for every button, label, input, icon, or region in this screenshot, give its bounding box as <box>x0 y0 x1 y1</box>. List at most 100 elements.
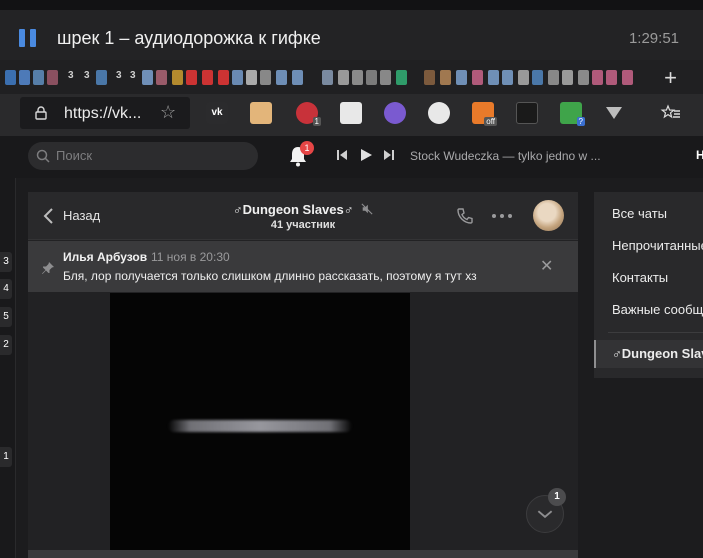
media-time: 1:29:51 <box>628 30 679 47</box>
gif-attachment[interactable] <box>110 293 410 558</box>
header-letter: Н <box>696 148 703 162</box>
sidebar-count-badge[interactable]: 4 <box>0 279 12 299</box>
active-chat-label: ♂Dungeon Slaves♂ <box>612 346 703 361</box>
tab-icon[interactable] <box>292 70 303 85</box>
address-bar-row: https://vk... ☆ vk 1 off ? <box>0 94 703 136</box>
tab-number[interactable]: 3 <box>84 70 90 81</box>
tab-icon[interactable] <box>186 70 197 85</box>
chat-filter-menu: Все чаты Непрочитанные Контакты Важные с… <box>594 192 703 378</box>
search-input[interactable]: Поиск <box>28 142 258 170</box>
box-extension-icon[interactable] <box>250 102 272 124</box>
unread-badge: 1 <box>548 488 566 506</box>
tab-icon[interactable] <box>96 70 107 85</box>
red-hand-extension-icon[interactable]: 1 <box>296 102 321 126</box>
orange-extension-icon[interactable]: off <box>472 102 497 126</box>
search-icon <box>36 149 50 163</box>
tab-icon[interactable] <box>472 70 483 85</box>
blurred-caption <box>168 420 352 432</box>
play-icon[interactable] <box>359 148 373 162</box>
tab-icon[interactable] <box>5 70 16 85</box>
bookmark-star-icon[interactable]: ☆ <box>160 102 176 123</box>
tab-icon[interactable] <box>578 70 589 85</box>
sidebar-count-badge[interactable]: 1 <box>0 447 12 467</box>
tab-icon[interactable] <box>47 70 58 85</box>
sidebar-count-badge[interactable]: 3 <box>0 252 12 272</box>
extension-badge: off <box>484 117 497 126</box>
lock-icon <box>35 106 47 120</box>
url-field[interactable]: https://vk... ☆ <box>20 97 190 129</box>
tab-icon[interactable] <box>548 70 559 85</box>
tab-icon[interactable] <box>424 70 435 85</box>
menu-item-active-chat[interactable]: ♂Dungeon Slaves♂ <box>594 340 703 368</box>
url-text: https://vk... <box>64 105 142 122</box>
previous-track-icon[interactable] <box>336 149 348 161</box>
tab-icon[interactable] <box>19 70 30 85</box>
pinned-message[interactable]: Илья Арбузов 11 ноя в 20:30 Бля, лор пол… <box>28 241 578 292</box>
tab-icon[interactable] <box>322 70 333 85</box>
media-bar: шрек 1 – аудиодорожка к гифке 1:29:51 <box>0 0 703 60</box>
tab-icon[interactable] <box>488 70 499 85</box>
chat-panel: Назад ♂Dungeon Slaves♂ 41 участник Илья <box>28 192 578 558</box>
tab-icon[interactable] <box>380 70 391 85</box>
menu-item-important[interactable]: Важные сообщения <box>612 302 703 317</box>
mute-icon <box>361 203 373 215</box>
chat-header: Назад ♂Dungeon Slaves♂ 41 участник <box>28 192 578 240</box>
v-extension-icon[interactable] <box>603 102 625 124</box>
phone-icon[interactable] <box>456 207 474 225</box>
tab-icon[interactable] <box>172 70 183 85</box>
tab-icon[interactable] <box>532 70 543 85</box>
tab-icon[interactable] <box>260 70 271 85</box>
dots-extension-icon[interactable] <box>428 102 450 124</box>
left-sidebar-strip: 3 4 5 2 1 <box>0 178 16 558</box>
tab-icon[interactable] <box>366 70 377 85</box>
new-tab-button[interactable]: + <box>664 65 677 91</box>
next-track-icon[interactable] <box>383 149 395 161</box>
download-extension-icon[interactable]: ? <box>560 102 585 126</box>
favorites-icon[interactable] <box>660 102 682 124</box>
notification-badge: 1 <box>300 141 314 155</box>
tab-icon[interactable] <box>232 70 243 85</box>
tab-icon[interactable] <box>592 70 603 85</box>
search-placeholder: Поиск <box>56 148 93 163</box>
browser-window: шрек 1 – аудиодорожка к гифке 1:29:51 3 … <box>0 0 703 558</box>
pin-icon <box>42 262 54 274</box>
tab-icon[interactable] <box>276 70 287 85</box>
tab-icon[interactable] <box>622 70 633 85</box>
menu-item-contacts[interactable]: Контакты <box>612 270 668 285</box>
tab-icon[interactable] <box>456 70 467 85</box>
current-track[interactable]: Stock Wudeczka — tylko jedno w ... <box>410 149 601 163</box>
tab-icon[interactable] <box>33 70 44 85</box>
sidebar-count-badge[interactable]: 2 <box>0 335 12 355</box>
tab-icon[interactable] <box>440 70 451 85</box>
notifications-button[interactable]: 1 <box>287 141 314 168</box>
message-input-area[interactable] <box>28 550 578 558</box>
tab-icon[interactable] <box>562 70 573 85</box>
chat-member-count[interactable]: 41 участник <box>28 219 578 231</box>
pause-icon[interactable] <box>19 29 37 47</box>
tab-icon[interactable] <box>396 70 407 85</box>
menu-item-unread[interactable]: Непрочитанные <box>612 238 703 253</box>
w-extension-icon[interactable] <box>384 102 406 124</box>
sidebar-count-badge[interactable]: 5 <box>0 307 12 327</box>
tab-icon[interactable] <box>156 70 167 85</box>
tab-icon[interactable] <box>338 70 349 85</box>
tab-icon[interactable] <box>246 70 257 85</box>
more-icon[interactable] <box>492 214 512 218</box>
vk-extension-icon[interactable]: vk <box>206 102 228 124</box>
tab-icon[interactable] <box>502 70 513 85</box>
tab-icon[interactable] <box>218 70 229 85</box>
pinned-author[interactable]: Илья Арбузов <box>63 250 147 264</box>
menu-item-all-chats[interactable]: Все чаты <box>612 206 667 221</box>
tab-icon[interactable] <box>606 70 617 85</box>
tab-icon[interactable] <box>352 70 363 85</box>
tab-icon[interactable] <box>202 70 213 85</box>
tab-icon[interactable] <box>142 70 153 85</box>
tab-number[interactable]: 3 <box>130 70 136 81</box>
dark-square-extension-icon[interactable] <box>516 102 538 124</box>
chat-avatar[interactable] <box>533 200 564 231</box>
tab-number[interactable]: 3 <box>68 70 74 81</box>
close-icon[interactable]: ✕ <box>540 256 553 276</box>
gamepad-extension-icon[interactable] <box>340 102 362 124</box>
tab-icon[interactable] <box>518 70 529 85</box>
tab-number[interactable]: 3 <box>116 70 122 81</box>
